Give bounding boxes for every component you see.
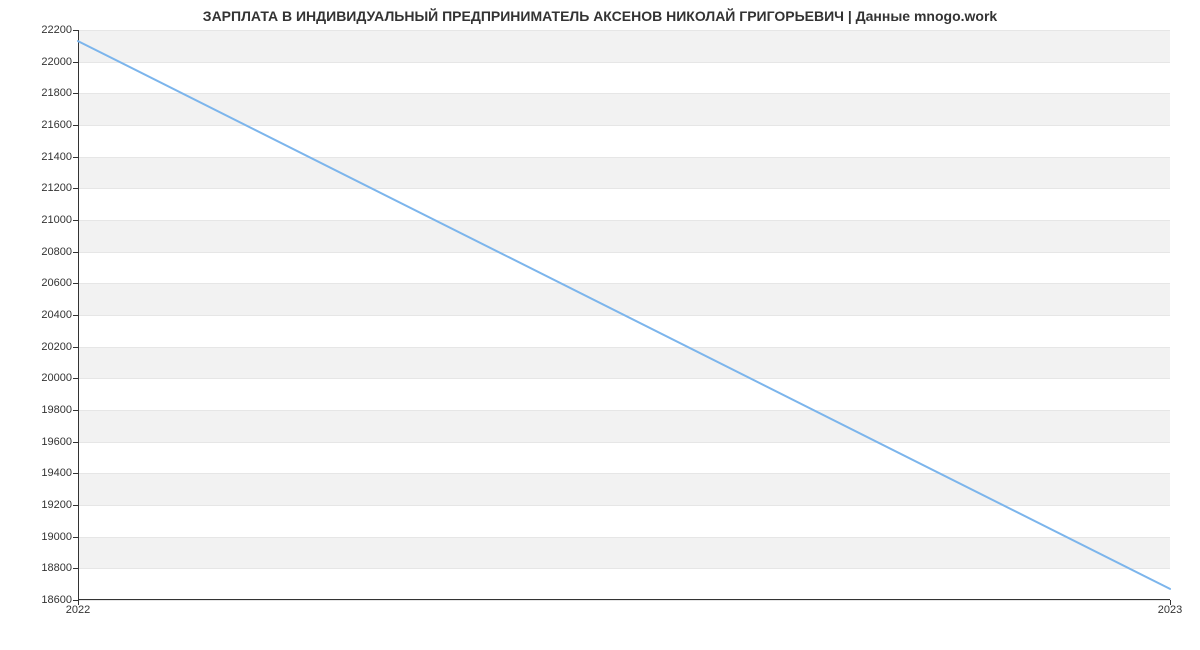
y-tick-label: 22200 [12,24,72,36]
y-tick-label: 20600 [12,277,72,289]
y-tick-label: 18800 [12,562,72,574]
y-tick-mark [73,568,78,569]
y-tick-mark [73,30,78,31]
x-tick-mark [1170,600,1171,605]
y-tick-label: 20000 [12,372,72,384]
y-tick-label: 19200 [12,499,72,511]
y-tick-mark [73,93,78,94]
y-tick-mark [73,188,78,189]
grid-line [79,600,1170,601]
y-tick-mark [73,378,78,379]
y-tick-label: 21600 [12,119,72,131]
y-tick-label: 21400 [12,151,72,163]
y-tick-mark [73,252,78,253]
y-tick-label: 21200 [12,182,72,194]
x-tick-label: 2022 [66,604,90,616]
y-tick-mark [73,505,78,506]
y-tick-label: 21000 [12,214,72,226]
chart-title: ЗАРПЛАТА В ИНДИВИДУАЛЬНЫЙ ПРЕДПРИНИМАТЕЛ… [0,8,1200,24]
y-tick-label: 19400 [12,467,72,479]
y-tick-label: 19800 [12,404,72,416]
y-tick-label: 18600 [12,594,72,606]
y-tick-label: 19600 [12,436,72,448]
y-tick-mark [73,347,78,348]
y-tick-mark [73,283,78,284]
y-tick-mark [73,125,78,126]
y-tick-label: 21800 [12,87,72,99]
series-path [78,41,1170,589]
y-tick-label: 20800 [12,246,72,258]
y-tick-label: 19000 [12,531,72,543]
x-tick-mark [78,600,79,605]
y-tick-mark [73,537,78,538]
y-tick-label: 22000 [12,56,72,68]
y-tick-mark [73,157,78,158]
y-tick-label: 20400 [12,309,72,321]
y-tick-mark [73,315,78,316]
x-tick-label: 2023 [1158,604,1182,616]
line-series [78,30,1170,600]
y-tick-mark [73,442,78,443]
y-tick-mark [73,220,78,221]
y-tick-mark [73,410,78,411]
y-tick-label: 20200 [12,341,72,353]
chart-container: ЗАРПЛАТА В ИНДИВИДУАЛЬНЫЙ ПРЕДПРИНИМАТЕЛ… [0,0,1200,650]
y-tick-mark [73,473,78,474]
y-tick-mark [73,62,78,63]
